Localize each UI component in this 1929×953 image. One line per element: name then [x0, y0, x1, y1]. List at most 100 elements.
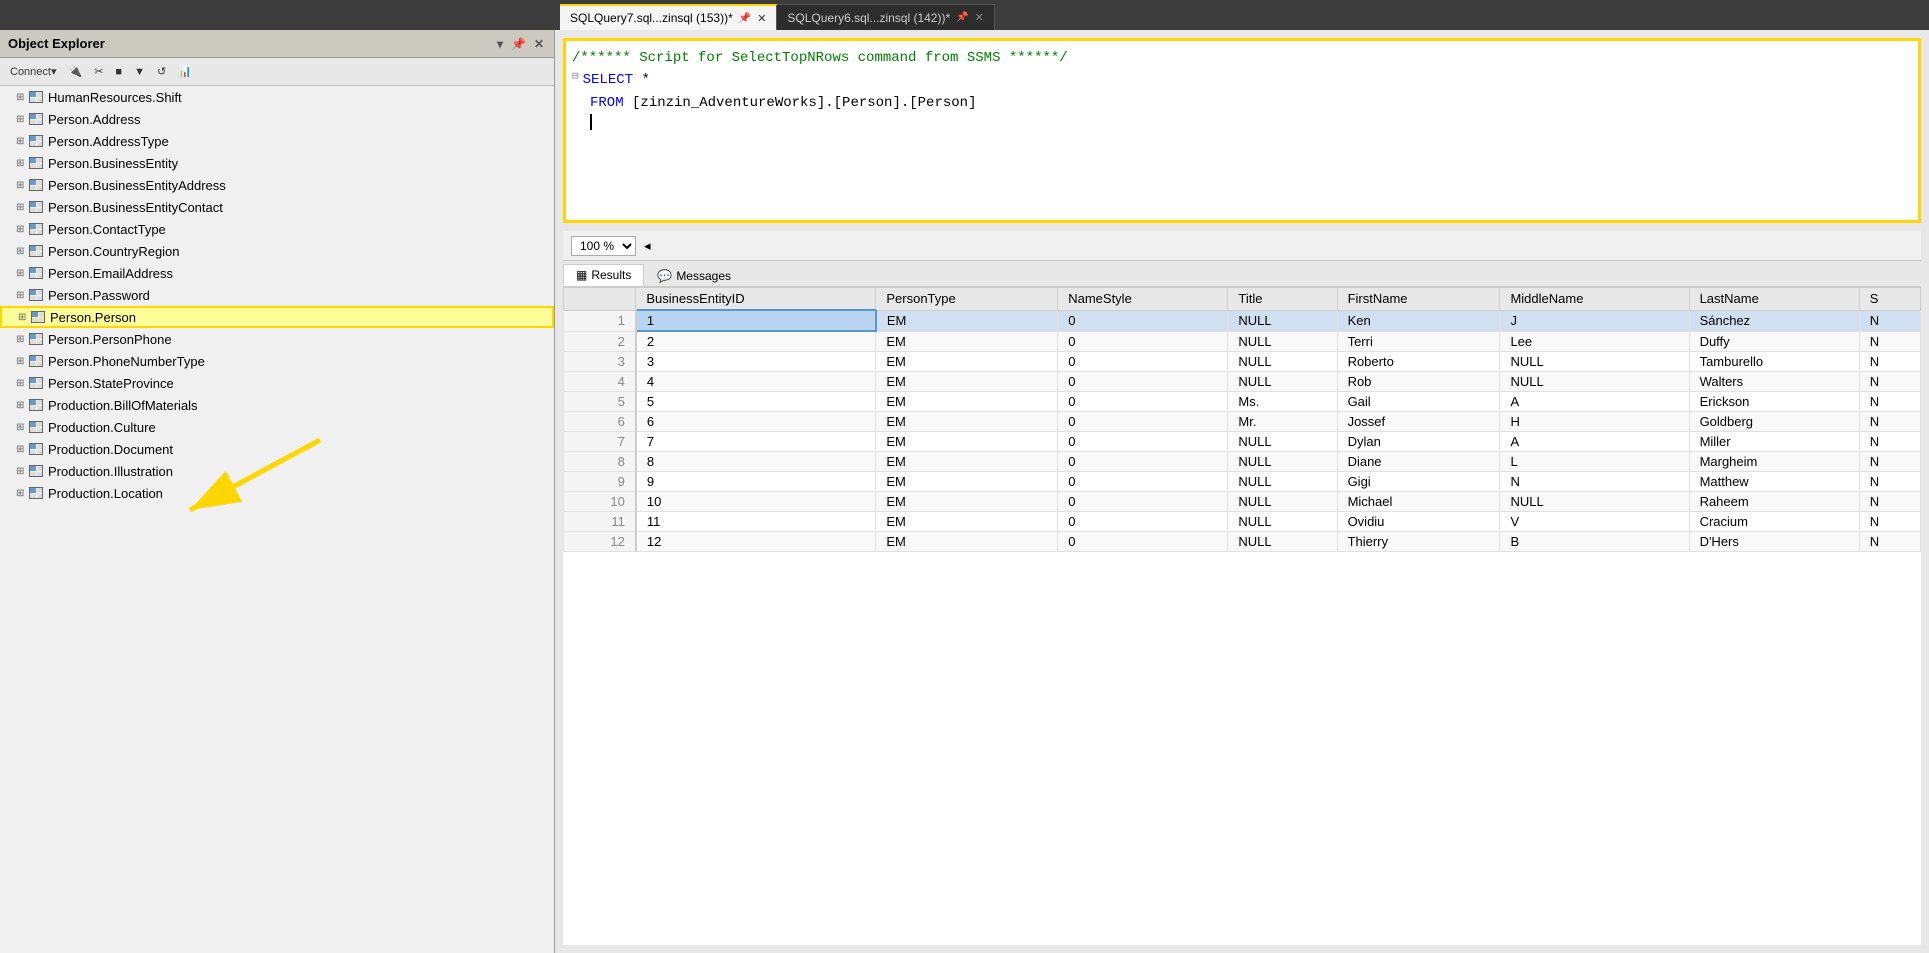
tree-item-person-businessentitycontact[interactable]: ⊞ Person.BusinessEntityContact	[0, 196, 554, 218]
tree-item-person-address[interactable]: ⊞ Person.Address	[0, 108, 554, 130]
cell-bid[interactable]: 11	[636, 512, 876, 532]
col-bid[interactable]: BusinessEntityID	[636, 288, 876, 311]
table-row[interactable]: 9 9 EM 0 NULL Gigi N Matthew N	[564, 472, 1921, 492]
cell-bid[interactable]: 3	[636, 352, 876, 372]
table-icon	[29, 355, 43, 367]
table-row[interactable]: 11 11 EM 0 NULL Ovidiu V Cracium N	[564, 512, 1921, 532]
table-row[interactable]: 7 7 EM 0 NULL Dylan A Miller N	[564, 432, 1921, 452]
cell-ln: Sánchez	[1689, 310, 1859, 331]
scroll-left-icon[interactable]: ◂	[644, 238, 651, 254]
tab-messages[interactable]: 💬 Messages	[644, 265, 744, 286]
col-ns[interactable]: NameStyle	[1058, 288, 1228, 311]
pin-icon[interactable]: ▾	[495, 35, 505, 53]
table-row[interactable]: 10 10 EM 0 NULL Michael NULL Raheem N	[564, 492, 1921, 512]
cell-mn: NULL	[1500, 352, 1689, 372]
tree-item-person-addresstype[interactable]: ⊞ Person.AddressType	[0, 130, 554, 152]
tree-item-person-businessentityaddress[interactable]: ⊞ Person.BusinessEntityAddress	[0, 174, 554, 196]
cell-title: NULL	[1228, 432, 1337, 452]
table-row[interactable]: 3 3 EM 0 NULL Roberto NULL Tamburello N	[564, 352, 1921, 372]
pin2-icon[interactable]: 📌	[509, 35, 528, 53]
collapse-icon[interactable]: ⊟	[572, 69, 579, 87]
tree-item-label: Person.PersonPhone	[48, 332, 172, 347]
cell-s: N	[1859, 331, 1920, 352]
table-icon	[29, 245, 43, 257]
table-row[interactable]: 2 2 EM 0 NULL Terri Lee Duffy N	[564, 331, 1921, 352]
row-number: 7	[564, 432, 636, 452]
expand-icon: ⊞	[16, 180, 26, 191]
zoom-select[interactable]: 100 % 75 % 150 %	[571, 236, 636, 256]
table-row[interactable]: 6 6 EM 0 Mr. Jossef H Goldberg N	[564, 412, 1921, 432]
col-s[interactable]: S	[1859, 288, 1920, 311]
table-row[interactable]: 5 5 EM 0 Ms. Gail A Erickson N	[564, 392, 1921, 412]
tree-item-person-personphone[interactable]: ⊞ Person.PersonPhone	[0, 328, 554, 350]
tab-tab1[interactable]: SQLQuery7.sql...zinsql (153))* 📌 ✕	[560, 4, 777, 30]
cell-bid[interactable]: 8	[636, 452, 876, 472]
refresh-button[interactable]: ↺	[153, 63, 170, 80]
cell-ln: Miller	[1689, 432, 1859, 452]
tree-item-person-person[interactable]: ⊞ Person.Person	[0, 306, 554, 328]
tree-item-production-culture[interactable]: ⊞ Production.Culture	[0, 416, 554, 438]
tree-item-person-phonenumbertype[interactable]: ⊞ Person.PhoneNumberType	[0, 350, 554, 372]
table-icon	[31, 311, 45, 323]
select-keyword: SELECT	[583, 69, 633, 91]
filter-button[interactable]: ▼	[130, 64, 149, 80]
tree-item-person-emailaddress[interactable]: ⊞ Person.EmailAddress	[0, 262, 554, 284]
table-row[interactable]: 1 1 EM 0 NULL Ken J Sánchez N	[564, 310, 1921, 331]
tree-item-humanresources-shift[interactable]: ⊞ HumanResources.Shift	[0, 86, 554, 108]
cell-bid[interactable]: 5	[636, 392, 876, 412]
col-pt[interactable]: PersonType	[876, 288, 1058, 311]
table-row[interactable]: 12 12 EM 0 NULL Thierry B D'Hers N	[564, 532, 1921, 552]
table-row[interactable]: 4 4 EM 0 NULL Rob NULL Walters N	[564, 372, 1921, 392]
sql-cursor-line	[572, 114, 1912, 130]
cell-ln: Erickson	[1689, 392, 1859, 412]
stop-button[interactable]: ■	[111, 64, 126, 80]
tree-item-person-countryregion[interactable]: ⊞ Person.CountryRegion	[0, 240, 554, 262]
cell-bid[interactable]: 1	[636, 310, 876, 331]
cell-fn: Dylan	[1337, 432, 1500, 452]
tree-item-label: Person.Person	[50, 310, 136, 325]
tab-close-icon[interactable]: ✕	[757, 12, 766, 25]
cell-fn: Terri	[1337, 331, 1500, 352]
tab-pin-icon[interactable]: 📌	[956, 12, 968, 23]
cell-bid[interactable]: 7	[636, 432, 876, 452]
cell-bid[interactable]: 4	[636, 372, 876, 392]
cell-mn: N	[1500, 472, 1689, 492]
tree-item-person-businessentity[interactable]: ⊞ Person.BusinessEntity	[0, 152, 554, 174]
cell-ns: 0	[1058, 331, 1228, 352]
cell-fn: Rob	[1337, 372, 1500, 392]
tab-pin-icon[interactable]: 📌	[739, 13, 751, 24]
col-fn[interactable]: FirstName	[1337, 288, 1500, 311]
tree-item-person-password[interactable]: ⊞ Person.Password	[0, 284, 554, 306]
cell-title: NULL	[1228, 331, 1337, 352]
cell-bid[interactable]: 6	[636, 412, 876, 432]
cell-bid[interactable]: 10	[636, 492, 876, 512]
col-title[interactable]: Title	[1228, 288, 1337, 311]
main-layout: Object Explorer ▾ 📌 ✕ Connect▾ 🔌 ✂ ■ ▼ ↺…	[0, 30, 1929, 953]
summary-button[interactable]: 📊	[174, 63, 196, 80]
tab-tab2[interactable]: SQLQuery6.sql...zinsql (142))* 📌 ✕	[777, 4, 994, 30]
cell-ln: Tamburello	[1689, 352, 1859, 372]
tree-item-person-contacttype[interactable]: ⊞ Person.ContactType	[0, 218, 554, 240]
cell-bid[interactable]: 12	[636, 532, 876, 552]
tab-results[interactable]: ▦ Results	[563, 264, 644, 286]
tree-item-production-billofmaterials[interactable]: ⊞ Production.BillOfMaterials	[0, 394, 554, 416]
connect-button[interactable]: Connect▾	[6, 63, 61, 80]
sql-comment-text: /****** Script for SelectTopNRows comman…	[572, 47, 1068, 69]
tree-item-person-stateprovince[interactable]: ⊞ Person.StateProvince	[0, 372, 554, 394]
cell-s: N	[1859, 452, 1920, 472]
col-ln[interactable]: LastName	[1689, 288, 1859, 311]
add-server-button[interactable]: 🔌	[65, 63, 87, 80]
tree-item-production-document[interactable]: ⊞ Production.Document	[0, 438, 554, 460]
table-icon	[29, 421, 43, 433]
sql-editor[interactable]: /****** Script for SelectTopNRows comman…	[563, 38, 1921, 223]
close-icon[interactable]: ✕	[532, 35, 546, 53]
cell-bid[interactable]: 2	[636, 331, 876, 352]
disconnect-button[interactable]: ✂	[90, 63, 107, 80]
tab-close-icon[interactable]: ✕	[975, 11, 984, 24]
tree-item-production-location[interactable]: ⊞ Production.Location	[0, 482, 554, 504]
table-row[interactable]: 8 8 EM 0 NULL Diane L Margheim N	[564, 452, 1921, 472]
cell-bid[interactable]: 9	[636, 472, 876, 492]
tree-item-production-illustration[interactable]: ⊞ Production.Illustration	[0, 460, 554, 482]
tree-item-label: Production.Location	[48, 486, 163, 501]
col-mn[interactable]: MiddleName	[1500, 288, 1689, 311]
